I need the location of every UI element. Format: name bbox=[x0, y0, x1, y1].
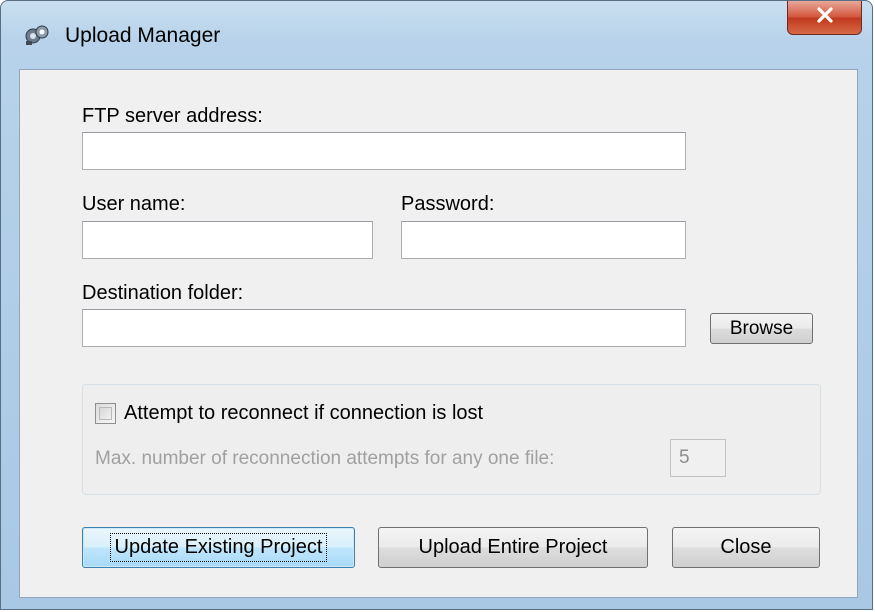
ftp-server-input[interactable] bbox=[82, 132, 686, 170]
browse-button[interactable]: Browse bbox=[710, 313, 813, 344]
username-label: User name: bbox=[82, 193, 186, 215]
username-input[interactable] bbox=[82, 221, 373, 259]
max-attempts-input: 5 bbox=[670, 439, 726, 477]
ftp-server-label: FTP server address: bbox=[82, 105, 263, 127]
title-bar[interactable]: Upload Manager bbox=[1, 1, 872, 69]
close-window-button[interactable] bbox=[787, 1, 862, 35]
close-icon bbox=[815, 6, 835, 29]
window-title: Upload Manager bbox=[65, 24, 221, 47]
dialog-body: FTP server address: User name: Password:… bbox=[19, 69, 858, 598]
upload-entire-project-label: Upload Entire Project bbox=[418, 536, 608, 558]
destination-folder-input[interactable] bbox=[82, 309, 686, 347]
upload-manager-window: Upload Manager FTP server address: User … bbox=[0, 0, 873, 610]
browse-button-label: Browse bbox=[729, 317, 794, 339]
reconnect-checkbox-label[interactable]: Attempt to reconnect if connection is lo… bbox=[124, 401, 483, 425]
max-attempts-value: 5 bbox=[679, 447, 690, 468]
upload-entire-project-button[interactable]: Upload Entire Project bbox=[378, 527, 648, 568]
checkbox-box bbox=[99, 407, 112, 420]
update-existing-project-label: Update Existing Project bbox=[109, 533, 328, 562]
close-button[interactable]: Close bbox=[672, 527, 820, 568]
max-attempts-label: Max. number of reconnection attempts for… bbox=[95, 448, 555, 469]
reconnect-checkbox[interactable] bbox=[95, 403, 116, 424]
close-button-label: Close bbox=[720, 536, 772, 558]
reconnect-group: Attempt to reconnect if connection is lo… bbox=[82, 384, 821, 495]
update-existing-project-button[interactable]: Update Existing Project bbox=[82, 527, 355, 568]
upload-manager-icon bbox=[23, 23, 51, 47]
destination-folder-label: Destination folder: bbox=[82, 282, 244, 304]
password-input[interactable] bbox=[401, 221, 686, 259]
password-label: Password: bbox=[401, 193, 495, 215]
